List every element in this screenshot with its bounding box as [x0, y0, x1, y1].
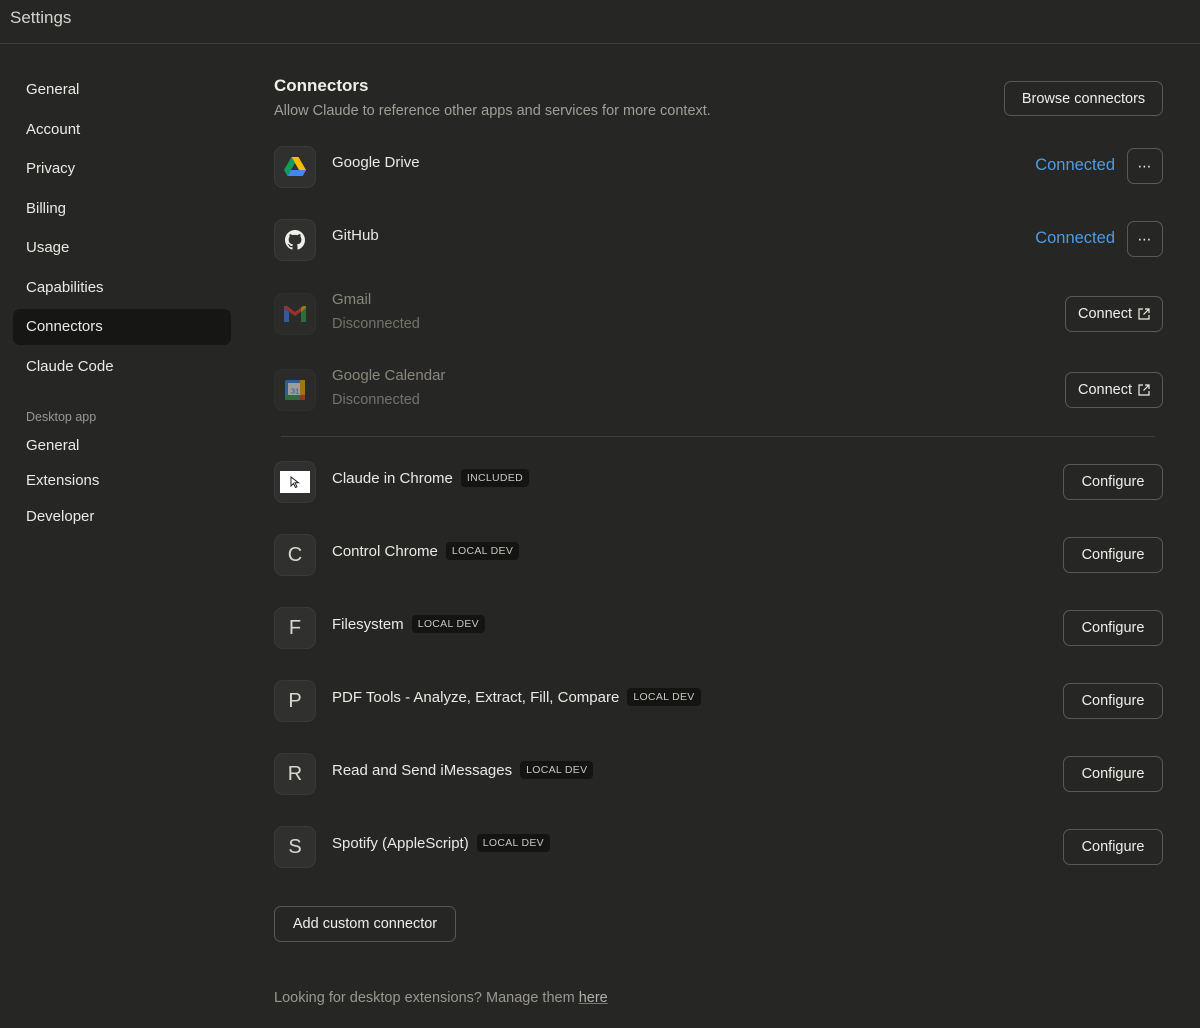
page-title: Connectors — [274, 76, 369, 95]
more-options-button[interactable]: ⋯ — [1127, 221, 1163, 257]
extension-name-text: Control Chrome — [332, 542, 438, 560]
extension-row-pdf-tools: P PDF Tools - Analyze, Extract, Fill, Co… — [274, 680, 1163, 724]
sidebar-item-desktop-general[interactable]: General — [13, 429, 231, 462]
extension-name-text: Spotify (AppleScript) — [332, 834, 469, 852]
local-dev-badge: LOCAL DEV — [476, 834, 550, 852]
browse-connectors-button[interactable]: Browse connectors — [1004, 81, 1163, 116]
connector-row-google-drive: Google Drive Connected ⋯ — [274, 146, 1163, 190]
title-bar: Settings — [0, 0, 1200, 44]
connected-status: Connected — [1035, 156, 1115, 174]
disconnected-status: Disconnected — [332, 316, 420, 332]
sidebar-item-privacy[interactable]: Privacy — [13, 151, 231, 187]
local-dev-badge: LOCAL DEV — [627, 688, 701, 706]
sidebar-item-usage[interactable]: Usage — [13, 230, 231, 266]
extension-name-text: Read and Send iMessages — [332, 761, 513, 779]
configure-button[interactable]: Configure — [1063, 829, 1163, 865]
connector-row-github: GitHub Connected ⋯ — [274, 219, 1163, 263]
extension-name: Control Chrome LOCAL DEV — [332, 542, 520, 560]
sidebar-item-developer[interactable]: Developer — [13, 500, 231, 533]
extension-row-filesystem: F Filesystem LOCAL DEV Configure — [274, 607, 1163, 651]
configure-button[interactable]: Configure — [1063, 756, 1163, 792]
footer-note: Looking for desktop extensions? Manage t… — [274, 990, 608, 1006]
local-dev-badge: LOCAL DEV — [520, 761, 594, 779]
extension-name: Claude in Chrome INCLUDED — [332, 469, 529, 487]
sidebar-item-extensions[interactable]: Extensions — [13, 464, 231, 497]
sidebar-item-claude-code[interactable]: Claude Code — [13, 349, 231, 385]
sidebar-item-account[interactable]: Account — [13, 112, 231, 148]
extension-name-text: PDF Tools - Analyze, Extract, Fill, Comp… — [332, 688, 620, 706]
settings-sidebar: General Account Privacy Billing Usage Ca… — [13, 72, 231, 535]
external-link-icon — [1138, 308, 1150, 320]
extension-row-control-chrome: C Control Chrome LOCAL DEV Configure — [274, 534, 1163, 578]
sidebar-section-desktop-app: Desktop app — [26, 409, 97, 424]
extension-name: Read and Send iMessages LOCAL DEV — [332, 761, 594, 779]
configure-button[interactable]: Configure — [1063, 537, 1163, 573]
sidebar-item-capabilities[interactable]: Capabilities — [13, 270, 231, 306]
configure-button[interactable]: Configure — [1063, 610, 1163, 646]
connector-row-gmail: Gmail Disconnected Connect — [274, 291, 1163, 337]
disconnected-status: Disconnected — [332, 392, 420, 408]
local-dev-badge: LOCAL DEV — [411, 615, 485, 633]
google-calendar-icon: 31 — [274, 369, 316, 411]
calendar-day: 31 — [291, 387, 299, 396]
included-badge: INCLUDED — [460, 469, 529, 487]
extension-letter-icon: R — [274, 753, 316, 795]
extension-name: Spotify (AppleScript) LOCAL DEV — [332, 834, 550, 852]
gmail-icon — [274, 293, 316, 335]
extension-name: Filesystem LOCAL DEV — [332, 615, 485, 633]
window-title: Settings — [10, 8, 72, 27]
more-options-button[interactable]: ⋯ — [1127, 148, 1163, 184]
add-custom-connector-button[interactable]: Add custom connector — [274, 906, 456, 942]
google-drive-icon — [274, 146, 316, 188]
sidebar-item-general[interactable]: General — [13, 72, 231, 108]
connector-name: Google Calendar — [332, 367, 446, 384]
connect-label: Connect — [1077, 382, 1132, 398]
connect-google-calendar-button[interactable]: Connect — [1065, 372, 1163, 408]
extension-name-text: Filesystem — [332, 615, 404, 633]
section-divider — [281, 436, 1155, 437]
page-subtitle: Allow Claude to reference other apps and… — [274, 103, 711, 119]
extension-name-text: Claude in Chrome — [332, 469, 453, 487]
extension-letter-icon: P — [274, 680, 316, 722]
connect-gmail-button[interactable]: Connect — [1065, 296, 1163, 332]
extension-letter-icon: C — [274, 534, 316, 576]
connect-label: Connect — [1077, 306, 1132, 322]
extension-letter-icon: S — [274, 826, 316, 868]
extension-row-imessages: R Read and Send iMessages LOCAL DEV Conf… — [274, 753, 1163, 797]
connected-status: Connected — [1035, 229, 1115, 247]
claude-in-chrome-icon — [274, 461, 316, 503]
github-icon — [274, 219, 316, 261]
manage-extensions-link[interactable]: here — [579, 990, 608, 1006]
extension-row-spotify: S Spotify (AppleScript) LOCAL DEV Config… — [274, 826, 1163, 870]
configure-button[interactable]: Configure — [1063, 464, 1163, 500]
connector-name: Google Drive — [332, 154, 420, 171]
connector-name: Gmail — [332, 291, 372, 308]
footer-text: Looking for desktop extensions? Manage t… — [274, 990, 579, 1006]
sidebar-item-billing[interactable]: Billing — [13, 191, 231, 227]
extension-letter-icon: F — [274, 607, 316, 649]
local-dev-badge: LOCAL DEV — [445, 542, 520, 560]
extension-row-claude-in-chrome: Claude in Chrome INCLUDED Configure — [274, 461, 1163, 505]
extension-name: PDF Tools - Analyze, Extract, Fill, Comp… — [332, 688, 701, 706]
connector-row-google-calendar: 31 Google Calendar Disconnected Connect — [274, 367, 1163, 413]
configure-button[interactable]: Configure — [1063, 683, 1163, 719]
external-link-icon — [1138, 384, 1150, 396]
connector-name: GitHub — [332, 227, 379, 244]
sidebar-item-connectors[interactable]: Connectors — [13, 309, 231, 345]
